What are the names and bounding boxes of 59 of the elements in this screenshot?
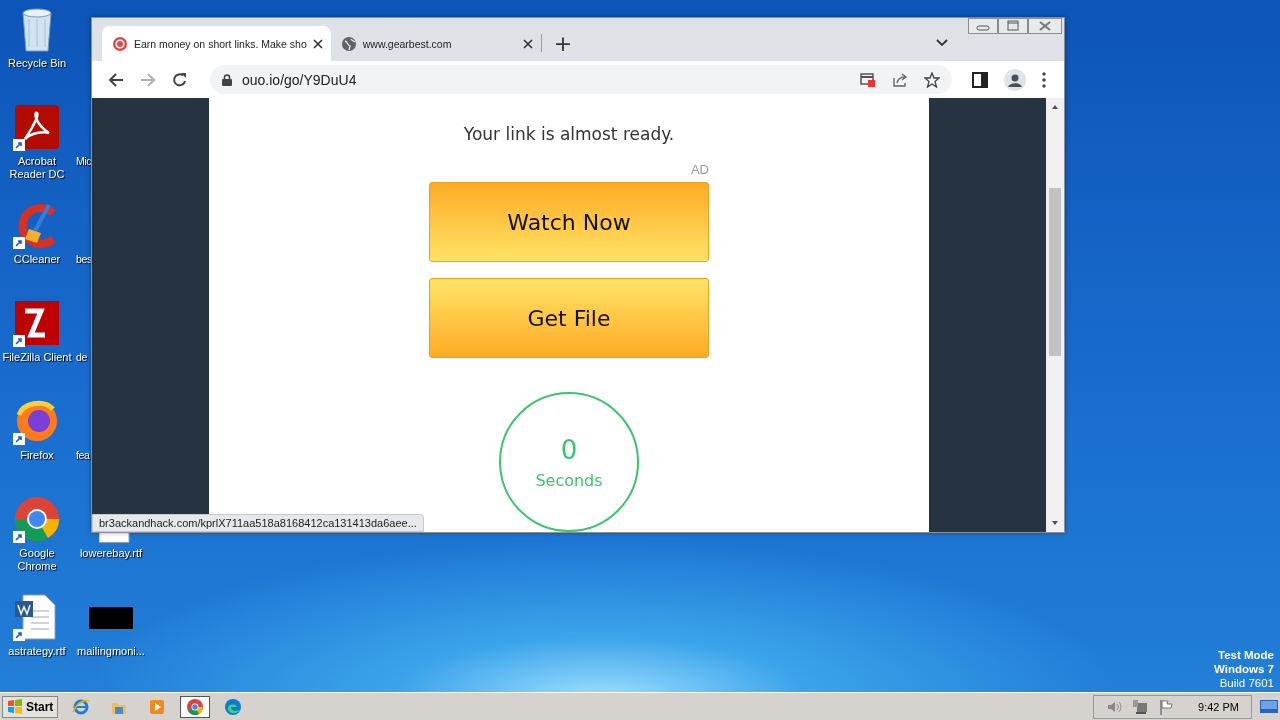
scrollbar-thumb[interactable] (1049, 188, 1061, 356)
browser-tab[interactable]: Earn money on short links. Make sho (102, 26, 331, 61)
icon-label[interactable]: Acrobat Reader DC (1, 155, 73, 181)
cta-button[interactable]: Watch Now (429, 182, 709, 262)
lock-icon (222, 73, 232, 86)
new-tab-button[interactable]: + (541, 33, 585, 55)
menu-icon[interactable] (1042, 71, 1046, 88)
icon-label[interactable]: bes (76, 253, 92, 266)
icon-label[interactable]: FileZilla Client (2, 351, 72, 364)
internet-explorer-icon (72, 697, 91, 716)
countdown-unit: Seconds (535, 470, 603, 490)
pdf-reader-icon[interactable] (13, 103, 61, 151)
scrollbar[interactable] (1046, 98, 1064, 532)
icon-label[interactable]: Recycle Bin (7, 57, 67, 70)
notice-text: Build 7601 (1218, 676, 1274, 690)
close-icon[interactable] (312, 38, 323, 49)
chrome-icon[interactable] (13, 495, 61, 543)
share-icon[interactable] (892, 71, 908, 88)
chrome-icon (186, 697, 205, 716)
reload-icon[interactable] (172, 71, 188, 88)
profile-icon[interactable] (1004, 68, 1026, 91)
blocked-popup-icon[interactable] (860, 71, 876, 88)
icon-label[interactable]: CCleaner (13, 253, 61, 266)
edge-icon (224, 697, 243, 716)
media-player-icon (148, 697, 167, 716)
address-bar[interactable]: ouo.io/go/Y9DuU4 (210, 65, 952, 94)
show-desktop-icon[interactable] (1260, 698, 1278, 715)
icon-label[interactable]: lowerebay.rtf (79, 547, 143, 560)
filezilla-icon[interactable] (13, 299, 61, 347)
minimize-icon[interactable] (968, 18, 998, 34)
side-panel-icon[interactable] (972, 71, 988, 88)
icon-label[interactable]: de (76, 351, 87, 364)
icon-label[interactable]: Google Chrome (1, 547, 73, 573)
clock[interactable]: 9:42 PM (1198, 700, 1239, 713)
icon-label[interactable]: Mic (76, 155, 92, 168)
icon-label[interactable]: fea (76, 449, 90, 462)
close-icon[interactable] (522, 38, 533, 49)
globe-icon (340, 35, 357, 52)
notice-text: Test Mode (1217, 648, 1274, 662)
chevron-down-icon[interactable] (936, 39, 948, 47)
start-button[interactable]: Start (2, 695, 59, 718)
icon-label[interactable]: mailingmoni... (77, 645, 145, 658)
icon-label[interactable]: Firefox (20, 449, 54, 462)
network-icon[interactable] (1132, 698, 1149, 715)
icon-label[interactable]: astrategy.rtf (8, 645, 66, 658)
countdown-value: 0 (560, 434, 578, 465)
ad-label: AD (690, 162, 709, 177)
back-icon[interactable] (108, 71, 124, 88)
notice-text: Windows 7 (1214, 662, 1274, 676)
status-url: br3ackandhack.com/kprlX711aa518a8168412ca131413da6aee... (92, 514, 424, 532)
star-icon[interactable] (924, 71, 940, 88)
maximize-icon[interactable] (998, 18, 1028, 34)
page-heading: Your link is almost ready. (463, 124, 675, 144)
taskbar-app-button[interactable] (180, 695, 211, 718)
cta-button[interactable]: Get File (429, 278, 709, 358)
windows-logo-icon (7, 698, 23, 715)
browser-tab[interactable]: www.gearbest.com (330, 26, 541, 61)
target-icon (112, 35, 128, 52)
flag-icon[interactable] (1158, 698, 1175, 715)
